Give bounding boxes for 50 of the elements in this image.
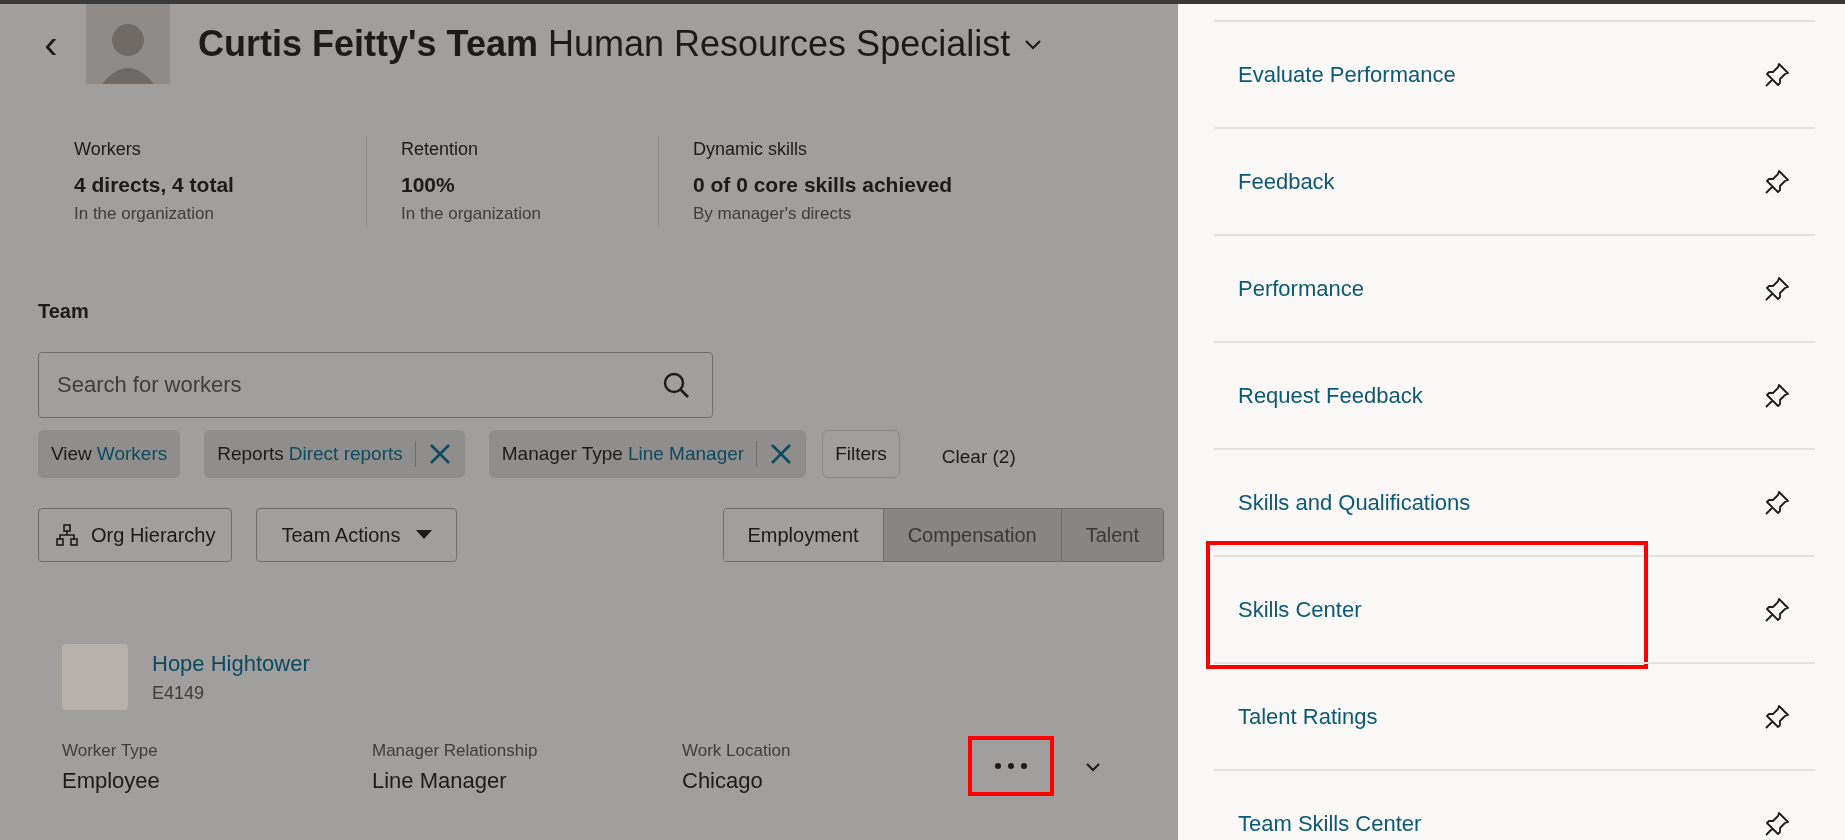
pin-icon[interactable] [1763,60,1791,89]
stat-label: Workers [74,138,142,161]
back-button[interactable]: ‹ [36,24,66,64]
stat-label: Retention [401,138,480,161]
remove-icon[interactable] [769,442,794,466]
field-value: Employee [62,766,161,795]
team-actions-button[interactable]: Team Actions [256,508,458,562]
menu-link[interactable]: Feedback [1238,165,1335,198]
field-value: Chicago [682,766,764,795]
menu-link[interactable]: Skills and Qualifications [1238,486,1471,519]
stat-note: In the organization [74,202,215,225]
filter-chip[interactable]: View Workers [38,430,181,478]
page-title: Curtis Feitty's Team Human Resources Specialist [198,22,1011,66]
field-value: Line Manager [372,766,508,795]
ellipsis-icon [994,762,1028,770]
menu-link[interactable]: Talent Ratings [1238,700,1378,733]
menu-link[interactable]: Performance [1238,272,1364,305]
pin-icon[interactable] [1763,274,1791,303]
pin-icon[interactable] [1763,809,1791,838]
search-icon[interactable] [661,370,691,400]
stat-value: 4 directs, 4 total [74,172,235,198]
section-heading: Team [38,299,90,324]
menu-link[interactable]: Evaluate Performance [1238,58,1456,91]
caret-icon [416,530,433,540]
stat-value: 0 of 0 core skills achieved [693,172,954,198]
stat-note: By manager's directs [693,202,853,225]
org-hierarchy-button[interactable]: Org Hierarchy [38,508,233,562]
hierarchy-icon [55,523,79,547]
pin-icon[interactable] [1763,381,1791,410]
filter-chip[interactable]: Reports Direct reports [204,430,465,478]
field-label: Worker Type [62,740,159,762]
field-label: Manager Relationship [372,740,539,762]
menu-link[interactable]: Request Feedback [1238,379,1423,412]
search-field[interactable]: Search for workers [38,352,713,418]
filters-button[interactable]: Filters [822,430,900,478]
remove-icon[interactable] [427,442,452,466]
clear-button[interactable]: Clear (2) [941,442,1016,472]
pin-icon[interactable] [1763,702,1791,731]
worker-id: E4149 [152,682,206,705]
menu-link[interactable]: Team Skills Center [1238,807,1422,840]
field-label: Work Location [682,740,792,762]
stat-value: 100% [401,172,456,198]
stat-label: Dynamic skills [693,138,808,161]
pin-icon[interactable] [1763,488,1791,517]
stat-note: In the organization [401,202,542,225]
pin-icon[interactable] [1763,167,1791,196]
menu-link[interactable]: Skills Center [1238,593,1362,626]
filter-chip[interactable]: Manager Type Line Manager [488,430,807,478]
pin-icon[interactable] [1763,595,1791,624]
worker-name-link[interactable]: Hope Hightower [152,647,310,680]
